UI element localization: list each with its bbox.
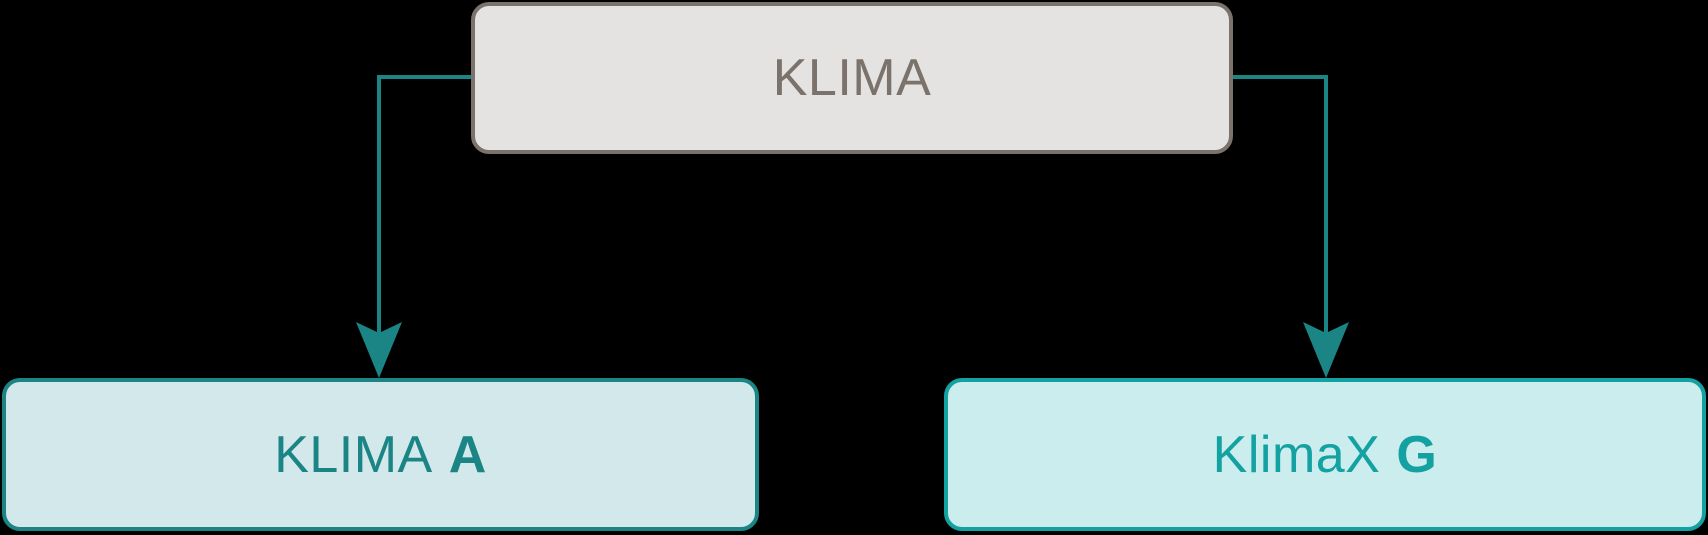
- child-node-left-label: KLIMA: [274, 425, 433, 484]
- child-node-right: KlimaX G: [944, 378, 1706, 531]
- child-node-right-label: KlimaX: [1212, 425, 1381, 484]
- child-node-left: KLIMA A: [2, 378, 759, 531]
- child-node-left-label-bold: A: [448, 425, 487, 484]
- connector-root-to-right: [1233, 75, 1328, 345]
- connector-root-to-left: [377, 75, 471, 345]
- root-node-label: KLIMA: [772, 49, 932, 107]
- child-node-right-label-bold: G: [1396, 425, 1438, 484]
- root-node: KLIMA: [471, 2, 1233, 154]
